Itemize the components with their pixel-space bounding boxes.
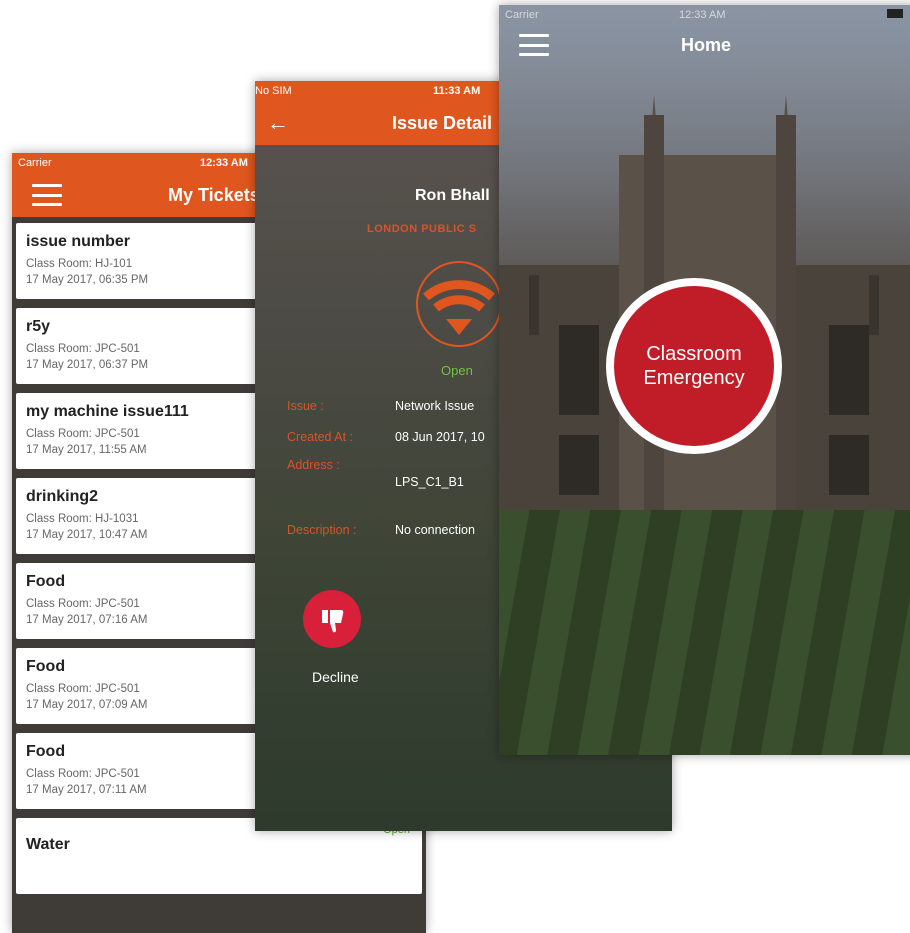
emergency-label-line1: Classroom	[646, 343, 742, 365]
status-time: 12:33 AM	[200, 157, 248, 169]
status-bar: Carrier 12:33 AM	[499, 5, 910, 25]
back-arrow-icon[interactable]: ←	[267, 110, 289, 136]
carrier-label: Carrier	[505, 9, 539, 21]
menu-icon[interactable]	[32, 184, 62, 206]
page-title: Issue Detail	[392, 112, 493, 133]
issue-status: Open	[441, 363, 473, 378]
address-label: Address :	[287, 458, 340, 472]
home-screen: Carrier 12:33 AM Home Classroom Emergenc…	[499, 5, 910, 755]
description-label: Description :	[287, 523, 357, 537]
status-time: 11:33 AM	[433, 85, 481, 97]
carrier-label: No SIM	[255, 85, 292, 97]
carrier-label: Carrier	[18, 157, 52, 169]
decline-button[interactable]	[303, 590, 361, 648]
home-navbar: Home	[499, 23, 910, 67]
address-label-row: Address :	[287, 458, 340, 472]
description-value: No connection	[395, 523, 475, 537]
menu-icon[interactable]	[519, 34, 549, 56]
address-value: LPS_C1_B1	[395, 475, 464, 489]
issue-label: Issue :	[287, 399, 324, 413]
decline-label: Decline	[312, 669, 359, 685]
battery-icon	[887, 9, 903, 18]
description-label-row: Description :	[287, 523, 356, 537]
user-name: Ron Bhall	[415, 187, 490, 204]
status-time: 12:33 AM	[679, 9, 726, 21]
issue-label-row: Issue :	[287, 399, 324, 413]
school-name: LONDON PUBLIC S	[367, 223, 477, 235]
page-title: Home	[681, 34, 732, 55]
created-label-row: Created At :	[287, 430, 353, 444]
ticket-title: Water	[26, 836, 70, 853]
emergency-label-line2: Emergency	[643, 367, 745, 389]
lawn	[499, 510, 910, 755]
thumbs-down-icon	[322, 610, 344, 633]
page-title: My Tickets	[168, 184, 260, 205]
classroom-emergency-button[interactable]: Classroom Emergency	[606, 278, 782, 454]
created-value: 08 Jun 2017, 10	[395, 430, 485, 444]
created-label: Created At :	[287, 430, 354, 444]
issue-value: Network Issue	[395, 399, 475, 413]
network-issue-icon	[416, 261, 502, 347]
